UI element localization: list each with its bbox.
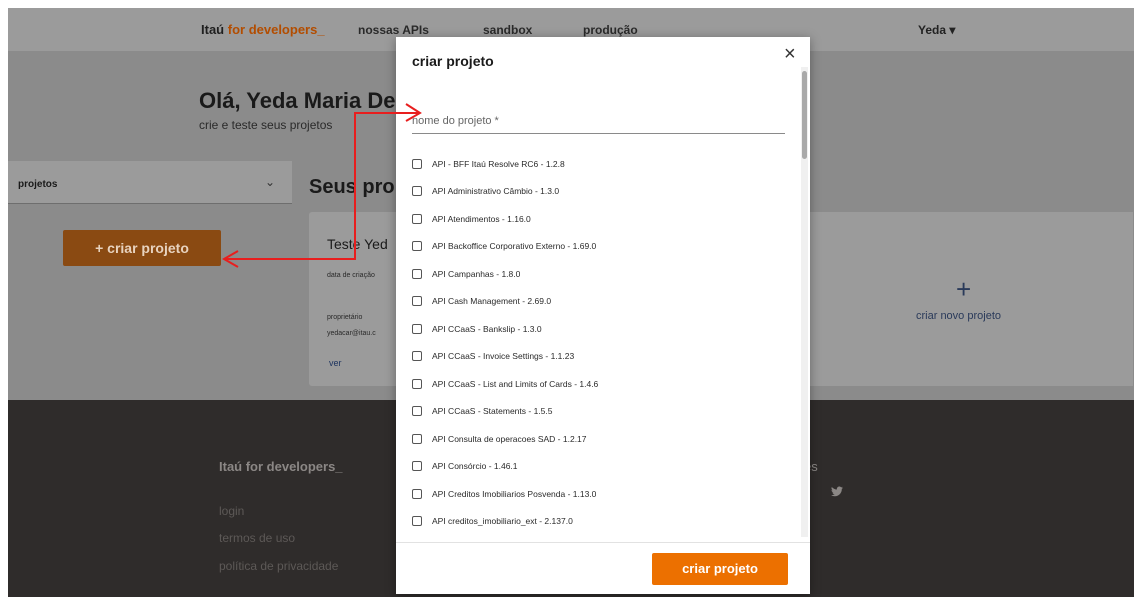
nav-item-producao[interactable]: produção	[583, 23, 638, 37]
modal-title: criar projeto	[412, 53, 494, 69]
api-checkbox[interactable]	[412, 488, 422, 499]
section-title: Seus pro	[309, 176, 395, 198]
owner-label: proprietário	[327, 314, 363, 321]
api-checkbox-row[interactable]: API CCaaS - List and Limits of Cards - 1…	[412, 370, 787, 398]
api-checkbox[interactable]	[412, 268, 422, 279]
api-checkbox-label: API Campanhas - 1.8.0	[432, 268, 521, 279]
brand-logo[interactable]: Itaú for developers_	[201, 22, 325, 37]
api-checkbox-row[interactable]: API Campanhas - 1.8.0	[412, 260, 787, 288]
api-checkbox-row[interactable]: API - BFF Itaú Resolve RC6 - 1.2.8	[412, 150, 787, 178]
modal-scrollbar-thumb[interactable]	[802, 71, 807, 159]
created-label: data de criação	[327, 272, 375, 279]
submit-create-project-button[interactable]: criar projeto	[652, 553, 788, 585]
api-checkbox-list: API - BFF Itaú Resolve RC6 - 1.2.8 API Ad…	[412, 150, 787, 535]
project-name-input[interactable]	[412, 111, 785, 131]
api-checkbox-label: API Consórcio - 1.46.1	[432, 461, 518, 472]
api-checkbox-label: API Creditos Imobiliarios Posvenda - 1.1…	[432, 488, 597, 499]
api-checkbox[interactable]	[412, 158, 422, 169]
api-checkbox-label: API Backoffice Corporativo Externo - 1.6…	[432, 241, 597, 252]
api-checkbox[interactable]	[412, 213, 422, 224]
api-checkbox-label: API CCaaS - Bankslip - 1.3.0	[432, 323, 542, 334]
api-checkbox[interactable]	[412, 406, 422, 417]
api-checkbox-row[interactable]: API Administrativo Câmbio - 1.3.0	[412, 178, 787, 206]
api-checkbox-row[interactable]: API Backoffice Corporativo Externo - 1.6…	[412, 233, 787, 261]
api-checkbox[interactable]	[412, 296, 422, 307]
footer-link-privacy[interactable]: política de privacidade	[219, 559, 338, 573]
project-name-field	[412, 111, 785, 134]
api-checkbox[interactable]	[412, 461, 422, 472]
api-checkbox-row[interactable]: API CCaaS - Statements - 1.5.5	[412, 398, 787, 426]
nav-item-sandbox[interactable]: sandbox	[483, 23, 532, 37]
api-checkbox-label: API Atendimentos - 1.16.0	[432, 213, 531, 224]
nav-item-apis[interactable]: nossas APIs	[358, 23, 429, 37]
api-checkbox-row[interactable]: API CCaaS - Invoice Settings - 1.1.23	[412, 343, 787, 371]
modal-footer: criar projeto	[396, 542, 810, 595]
api-checkbox-row[interactable]: API CCaaS - Bankslip - 1.3.0	[412, 315, 787, 343]
project-card-title: Teste Yed	[327, 236, 388, 252]
new-project-card[interactable]: + criar novo projeto	[803, 212, 1133, 386]
api-checkbox[interactable]	[412, 186, 422, 197]
owner-value: yedacar@itau.c	[327, 330, 376, 337]
greeting-title: Olá, Yeda Maria De C	[199, 88, 418, 113]
api-checkbox-row[interactable]: API Creditos Imobiliarios Posvenda - 1.1…	[412, 480, 787, 508]
api-checkbox-label: API creditos_imobiliario_ext - 2.137.0	[432, 516, 573, 527]
brand-prefix: Itaú	[201, 22, 225, 37]
api-checkbox-label: API CCaaS - Invoice Settings - 1.1.23	[432, 351, 575, 362]
twitter-icon[interactable]	[831, 485, 843, 500]
projects-select-label: projetos	[18, 179, 58, 190]
project-card: Teste Yed data de criação proprietário y…	[309, 212, 399, 386]
chevron-down-icon: ⌄	[265, 175, 276, 189]
new-project-label: criar novo projeto	[916, 310, 1001, 322]
api-checkbox-label: API CCaaS - Statements - 1.5.5	[432, 406, 553, 417]
api-checkbox-row[interactable]: API Consulta de operacoes SAD - 1.2.17	[412, 425, 787, 453]
api-checkbox-label: API Cash Management - 2.69.0	[432, 296, 552, 307]
user-menu[interactable]: Yeda ▾	[918, 23, 955, 37]
twitter-glyph	[831, 486, 843, 497]
api-checkbox[interactable]	[412, 378, 422, 389]
api-checkbox-row[interactable]: API Atendimentos - 1.16.0	[412, 205, 787, 233]
api-checkbox[interactable]	[412, 351, 422, 362]
api-checkbox-label: API CCaaS - List and Limits of Cards - 1…	[432, 378, 599, 389]
footer-title: Itaú for developers_	[219, 459, 343, 474]
create-project-modal: criar projeto × API - BFF Itaú Resolve R…	[396, 37, 810, 594]
plus-icon: +	[956, 274, 972, 304]
api-checkbox-label: API Administrativo Câmbio - 1.3.0	[432, 186, 560, 197]
api-checkbox[interactable]	[412, 516, 422, 527]
api-checkbox-row[interactable]: API creditos_imobiliario_ext - 2.137.0	[412, 508, 787, 536]
footer-link-login[interactable]: login	[219, 504, 244, 518]
api-checkbox-row[interactable]: API Consórcio - 1.46.1	[412, 453, 787, 481]
close-icon[interactable]: ×	[784, 42, 796, 66]
api-checkbox-label: API - BFF Itaú Resolve RC6 - 1.2.8	[432, 158, 565, 169]
brand-accent: for developers_	[227, 22, 325, 37]
api-checkbox[interactable]	[412, 241, 422, 252]
api-checkbox[interactable]	[412, 433, 422, 444]
view-project-link[interactable]: ver	[329, 358, 342, 368]
api-checkbox[interactable]	[412, 323, 422, 334]
create-project-button[interactable]: + criar projeto	[63, 230, 221, 266]
api-checkbox-row[interactable]: API Cash Management - 2.69.0	[412, 288, 787, 316]
api-checkbox-label: API Consulta de operacoes SAD - 1.2.17	[432, 433, 587, 444]
app-page: Itaú for developers_ nossas APIs sandbox…	[8, 8, 1134, 597]
projects-select[interactable]: projetos ⌄	[8, 161, 292, 204]
footer-link-terms[interactable]: termos de uso	[219, 531, 295, 545]
greeting-subtitle: crie e teste seus projetos	[199, 118, 333, 132]
